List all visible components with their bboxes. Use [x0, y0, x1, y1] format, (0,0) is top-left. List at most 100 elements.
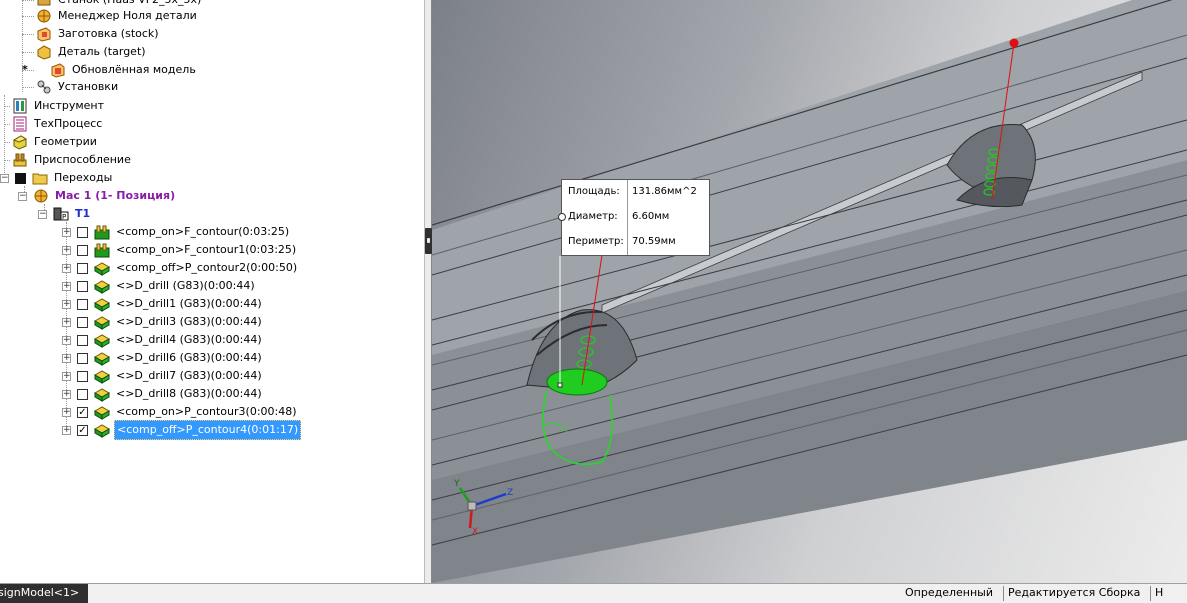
- operation-item[interactable]: + ✓ <comp_on>P_contour3(0:00:48): [62, 403, 299, 421]
- operation-checkbox[interactable]: ✓: [77, 406, 88, 418]
- operation-icon: [94, 242, 110, 258]
- operation-icon: [93, 260, 111, 276]
- tool-holder-icon: P: [53, 206, 69, 222]
- black-square-icon: [15, 172, 26, 184]
- measure-diameter-row: Диаметр: 6.60мм: [562, 205, 709, 230]
- operation-checkbox[interactable]: [77, 244, 88, 256]
- operation-checkbox[interactable]: [77, 388, 88, 400]
- tree-item-tool-t1[interactable]: − P T1: [38, 205, 92, 223]
- collapse-toggle[interactable]: −: [0, 173, 9, 183]
- operation-label: <>D_drill6 (G83)(0:00:44): [116, 351, 262, 364]
- tree-section-transitions[interactable]: − Переходы: [0, 169, 114, 187]
- expand-toggle[interactable]: +: [62, 335, 71, 345]
- operation-checkbox[interactable]: [77, 352, 88, 364]
- expand-toggle[interactable]: +: [62, 227, 71, 237]
- operation-item[interactable]: + <>D_drill7 (G83)(0:00:44): [62, 367, 264, 385]
- process-icon: [12, 116, 28, 132]
- graphics-viewport[interactable]: Y Z X: [432, 0, 1187, 583]
- expand-toggle[interactable]: +: [62, 245, 71, 255]
- operation-label: <>D_drill3 (G83)(0:00:44): [116, 315, 262, 328]
- status-definition-state: Определенный: [905, 586, 993, 599]
- operation-icon: [94, 224, 110, 240]
- tree-section-fixture[interactable]: Приспособление: [4, 151, 133, 169]
- expand-toggle[interactable]: +: [62, 407, 71, 417]
- measure-perimeter-row: Периметр: 70.59мм: [562, 230, 709, 255]
- axis-triad: Y Z X: [453, 479, 513, 534]
- operation-item[interactable]: + ✓ <comp_off>P_contour4(0:01:17): [62, 420, 302, 440]
- operation-label: <comp_on>P_contour3(0:00:48): [116, 405, 297, 418]
- tree-section-process[interactable]: ТехПроцесс: [4, 115, 104, 133]
- collapse-toggle[interactable]: −: [38, 209, 47, 219]
- operation-label: <comp_on>F_contour(0:03:25): [116, 225, 290, 238]
- operation-item[interactable]: + <comp_off>P_contour2(0:00:50): [62, 259, 299, 277]
- tree-item-part[interactable]: Деталь (target): [22, 43, 148, 61]
- status-model-cell: signModel<1>: [0, 584, 88, 603]
- operation-checkbox[interactable]: [77, 370, 88, 382]
- expand-toggle[interactable]: +: [62, 317, 71, 327]
- expand-toggle[interactable]: +: [62, 263, 71, 273]
- operation-icon: [93, 404, 111, 420]
- tree-item-settings[interactable]: Установки: [22, 78, 120, 96]
- model-render: [432, 0, 1187, 583]
- tree-item-updated-model[interactable]: * Обновлённая модель: [22, 61, 198, 79]
- expand-toggle[interactable]: +: [62, 299, 71, 309]
- operation-label: <>D_drill7 (G83)(0:00:44): [116, 369, 262, 382]
- expand-toggle[interactable]: +: [62, 371, 71, 381]
- operation-item[interactable]: + <>D_drill6 (G83)(0:00:44): [62, 349, 264, 367]
- operation-checkbox[interactable]: [77, 316, 88, 328]
- operation-label: <comp_off>P_contour2(0:00:50): [116, 261, 298, 274]
- splitter-collapse-handle[interactable]: [425, 228, 432, 254]
- fixture-icon: [12, 152, 28, 168]
- updated-model-icon: [50, 62, 66, 78]
- status-model-name: signModel<1>: [0, 586, 80, 599]
- tree-section-geometry[interactable]: Геометрии: [4, 133, 99, 151]
- zero-manager-icon: [33, 188, 49, 204]
- tree-section-tool[interactable]: Инструмент: [4, 97, 106, 115]
- operation-label: <comp_on>F_contour1(0:03:25): [116, 243, 297, 256]
- operation-item[interactable]: + <>D_drill (G83)(0:00:44): [62, 277, 257, 295]
- collapse-toggle[interactable]: −: [18, 191, 27, 201]
- operation-checkbox[interactable]: [77, 334, 88, 346]
- operation-item[interactable]: + <>D_drill3 (G83)(0:00:44): [62, 313, 264, 331]
- expand-toggle[interactable]: +: [62, 281, 71, 291]
- start-point: [1009, 38, 1019, 48]
- tree-item-mac[interactable]: − Mac 1 (1- Позиция): [18, 187, 177, 205]
- operation-icon: [93, 422, 111, 438]
- operation-item[interactable]: + <>D_drill8 (G83)(0:00:44): [62, 385, 264, 403]
- status-extra: Н: [1155, 586, 1164, 599]
- panel-splitter[interactable]: [424, 0, 432, 583]
- measure-perimeter-label: Периметр:: [568, 236, 624, 247]
- part-icon: [36, 44, 52, 60]
- operation-item[interactable]: + <comp_on>F_contour1(0:03:25): [62, 241, 298, 259]
- operation-label: <comp_off>P_contour4(0:01:17): [114, 420, 302, 440]
- measure-area-value: 131.86мм^2: [632, 186, 697, 197]
- svg-text:P: P: [62, 213, 66, 221]
- operation-checkbox[interactable]: [77, 280, 88, 292]
- status-bar: signModel<1> Определенный Редактируется …: [0, 583, 1187, 603]
- operation-checkbox[interactable]: [77, 226, 88, 238]
- operation-label: <>D_drill8 (G83)(0:00:44): [116, 387, 262, 400]
- measure-tooltip: Площадь: 131.86мм^2 Диаметр: 6.60мм Пери…: [558, 179, 710, 256]
- selected-face: [546, 368, 608, 396]
- operation-icon: [93, 332, 111, 348]
- measure-perimeter-value: 70.59мм: [632, 236, 676, 247]
- operation-icon: [93, 278, 111, 294]
- operation-label: <>D_drill1 (G83)(0:00:44): [116, 297, 262, 310]
- expand-toggle[interactable]: +: [62, 389, 71, 399]
- expand-toggle[interactable]: +: [62, 425, 71, 435]
- operation-icon: [93, 368, 111, 384]
- measure-area-label: Площадь:: [568, 186, 620, 197]
- operation-item[interactable]: + <>D_drill1 (G83)(0:00:44): [62, 295, 264, 313]
- expand-toggle[interactable]: +: [62, 353, 71, 363]
- measure-area-row: Площадь: 131.86мм^2: [562, 180, 709, 205]
- operation-item[interactable]: + <>D_drill4 (G83)(0:00:44): [62, 331, 264, 349]
- leader-handle[interactable]: [558, 213, 566, 221]
- operation-checkbox[interactable]: ✓: [77, 424, 88, 436]
- tree-item-stock[interactable]: Заготовка (stock): [22, 25, 161, 43]
- tree-item-zero-manager[interactable]: Менеджер Ноля детали: [22, 7, 199, 25]
- operation-checkbox[interactable]: [77, 262, 88, 274]
- axis-x-label: X: [472, 527, 478, 534]
- operation-checkbox[interactable]: [77, 298, 88, 310]
- operation-item[interactable]: + <comp_on>F_contour(0:03:25): [62, 223, 291, 241]
- axis-y-label: Y: [453, 479, 460, 489]
